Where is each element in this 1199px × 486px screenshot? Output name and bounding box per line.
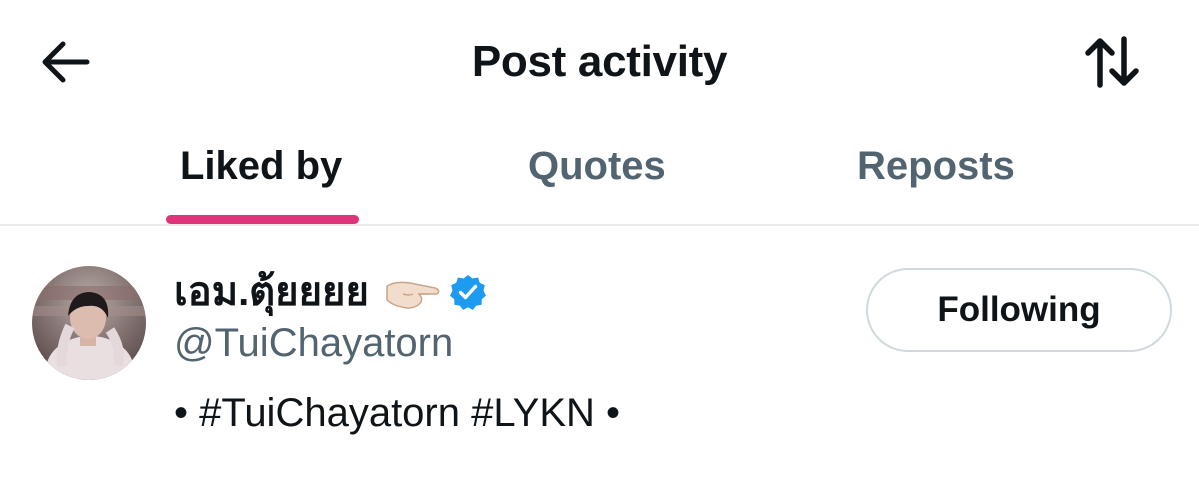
active-tab-indicator	[166, 215, 359, 224]
tab-quotes[interactable]: Quotes	[528, 138, 666, 224]
user-list-item[interactable]: เอม.ตุ้ยยยย @TuiChayatorn • #TuiChayator…	[0, 226, 1199, 486]
avatar[interactable]	[32, 266, 146, 380]
avatar-image	[32, 266, 146, 380]
display-name-row[interactable]: เอม.ตุ้ยยยย	[174, 266, 487, 318]
user-handle[interactable]: @TuiChayatorn	[174, 318, 453, 368]
following-button[interactable]: Following	[866, 268, 1172, 352]
pointing-hand-icon	[383, 272, 443, 312]
activity-tabs: Liked by Quotes Reposts	[0, 120, 1199, 226]
display-name: เอม.ตุ้ยยยย	[174, 270, 369, 314]
user-bio: • #TuiChayatorn #LYKN •	[174, 391, 620, 435]
tab-liked-by[interactable]: Liked by	[180, 138, 342, 224]
top-app-bar: Post activity	[0, 0, 1199, 120]
page-title: Post activity	[471, 37, 728, 86]
sort-button[interactable]	[1074, 28, 1150, 96]
verified-badge-icon	[449, 273, 487, 311]
tab-reposts[interactable]: Reposts	[857, 138, 1015, 224]
sort-arrows-icon	[1085, 36, 1139, 88]
